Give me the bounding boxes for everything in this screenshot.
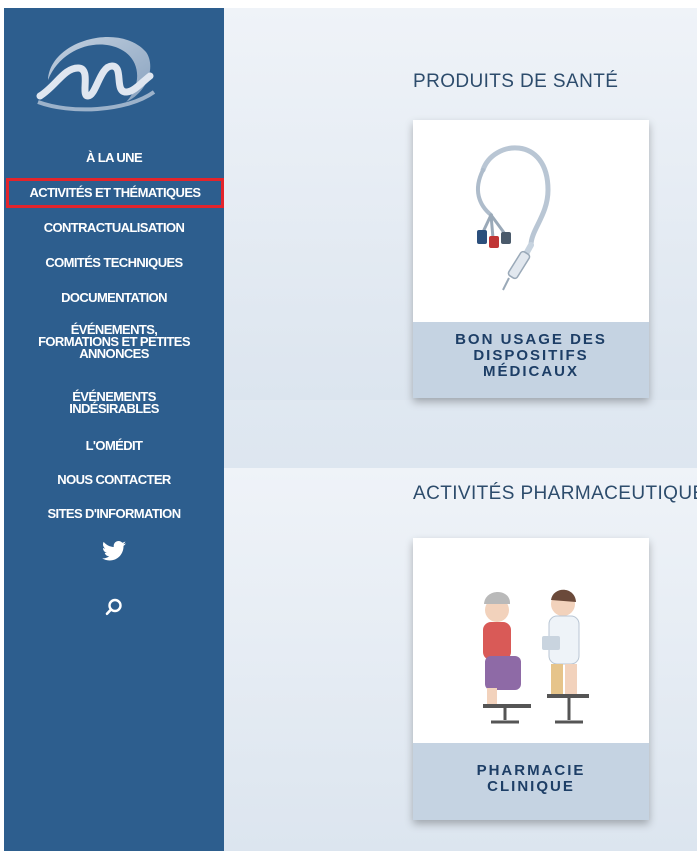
nav-item-label: DOCUMENTATION <box>61 290 167 305</box>
nav-item-label: ANNONCES <box>79 346 149 361</box>
catheter-syringe-illustration <box>413 120 649 322</box>
card-label-bon-usage-dm: BON USAGE DES DISPOSITIFS MÉDICAUX <box>413 322 649 398</box>
card-label-line: BON USAGE DES <box>455 331 607 348</box>
section-title-activites-pharma: ACTIVITÉS PHARMACEUTIQUES <box>413 483 697 504</box>
nav-item-label: ACTIVITÉS ET THÉMATIQUES <box>29 185 202 200</box>
nav-item-label: NOUS CONTACTER <box>57 472 171 487</box>
card-pharmacie-clinique[interactable]: PHARMACIE CLINIQUE <box>413 538 649 820</box>
nav-item-label: COMITÉS TECHNIQUES <box>45 255 183 270</box>
nav-item-5[interactable]: ÉVÉNEMENTS, FORMATIONS ET PETITES ANNONCES <box>4 323 224 361</box>
nav-item-0[interactable]: À LA UNE <box>4 150 224 165</box>
card-label-line: DISPOSITIFS <box>473 347 589 364</box>
section-title-produits: PRODUITS DE SANTÉ <box>413 71 619 92</box>
nav-item-8[interactable]: NOUS CONTACTER <box>4 472 224 487</box>
nav-item-label: SITES D'INFORMATION <box>47 506 181 521</box>
omedit-logo[interactable] <box>30 22 160 112</box>
card-bon-usage-dm[interactable]: BON USAGE DES DISPOSITIFS MÉDICAUX <box>413 120 649 398</box>
card-label-line: PHARMACIE <box>476 762 586 779</box>
twitter-link[interactable] <box>4 541 224 566</box>
card-label-line: MÉDICAUX <box>482 363 579 380</box>
card-label-pharmacie-clinique: PHARMACIE CLINIQUE <box>413 743 649 820</box>
nav-item-4[interactable]: DOCUMENTATION <box>4 290 224 305</box>
nav-item-6[interactable]: ÉVÉNEMENTS INDÉSIRABLES <box>4 390 224 416</box>
nav-item-3[interactable]: COMITÉS TECHNIQUES <box>4 255 224 270</box>
nav-item-7[interactable]: L'OMÉDIT <box>4 438 224 453</box>
card-label-line: CLINIQUE <box>487 778 575 795</box>
nav-item-label: CONTRACTUALISATION <box>43 220 185 235</box>
sidebar: À LA UNE ACTIVITÉS ET THÉMATIQUES CONTRACT… <box>4 8 224 851</box>
nav-item-label: INDÉSIRABLES <box>69 401 159 416</box>
nav-item-label: L'OMÉDIT <box>85 438 143 453</box>
main-content: PRODUITS DE SANTÉ BON USAGE DES DISPOSIT… <box>224 8 697 851</box>
twitter-icon <box>102 541 126 565</box>
nav-item-label: À LA UNE <box>85 150 143 165</box>
nav-item-9[interactable]: SITES D'INFORMATION <box>4 506 224 521</box>
patient-pharmacist-illustration <box>413 538 649 743</box>
search-button[interactable] <box>4 598 224 621</box>
nav-item-1[interactable]: ACTIVITÉS ET THÉMATIQUES <box>6 178 224 208</box>
nav-item-2[interactable]: CONTRACTUALISATION <box>4 220 224 235</box>
search-icon <box>105 598 123 620</box>
